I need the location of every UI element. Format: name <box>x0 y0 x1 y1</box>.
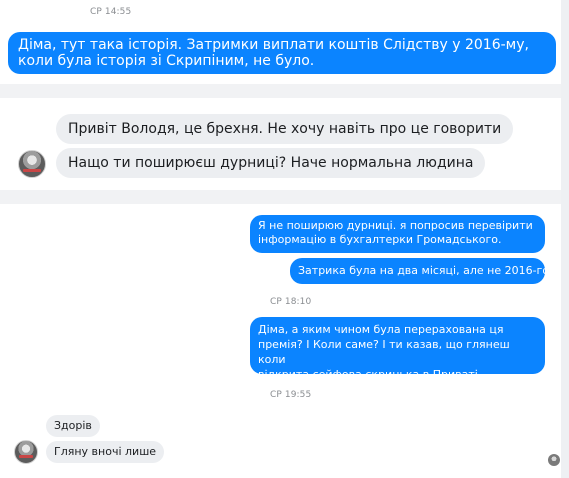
outgoing-message[interactable]: Діма, тут така історія. Затримки виплати… <box>8 32 556 74</box>
section-separator <box>0 190 569 204</box>
outgoing-message[interactable]: Я не поширюю дурниці. я попросив перевір… <box>250 215 545 253</box>
conversation-section-bottom: Я не поширюю дурниці. я попросив перевір… <box>0 204 561 478</box>
section-separator <box>0 84 569 98</box>
conversation-section-top: СР 14:55 Діма, тут така історія. Затримк… <box>0 0 561 84</box>
incoming-message[interactable]: Здорів <box>46 415 100 437</box>
outgoing-message[interactable]: Затрика була на два місяці, але не 2016-… <box>290 258 553 284</box>
contact-avatar-icon[interactable] <box>18 150 46 178</box>
timestamp: СР 19:55 <box>270 390 312 400</box>
seen-avatar-icon <box>548 454 560 466</box>
incoming-message[interactable]: Привіт Володя, це брехня. Не хочу навіть… <box>56 114 514 144</box>
timestamp: СР 14:55 <box>90 7 132 17</box>
outgoing-message[interactable]: Діма, а яким чином була перерахована ця … <box>250 317 545 381</box>
contact-avatar-icon[interactable] <box>14 440 38 464</box>
timestamp: СР 18:10 <box>270 297 312 307</box>
scroll-edge <box>561 0 569 478</box>
incoming-message[interactable]: Гляну вночі лише <box>46 441 165 463</box>
conversation-section-reply: Привіт Володя, це брехня. Не хочу навіть… <box>0 98 561 190</box>
incoming-message[interactable]: Нащо ти поширюєш дурниці? Наче нормальна… <box>56 148 486 178</box>
